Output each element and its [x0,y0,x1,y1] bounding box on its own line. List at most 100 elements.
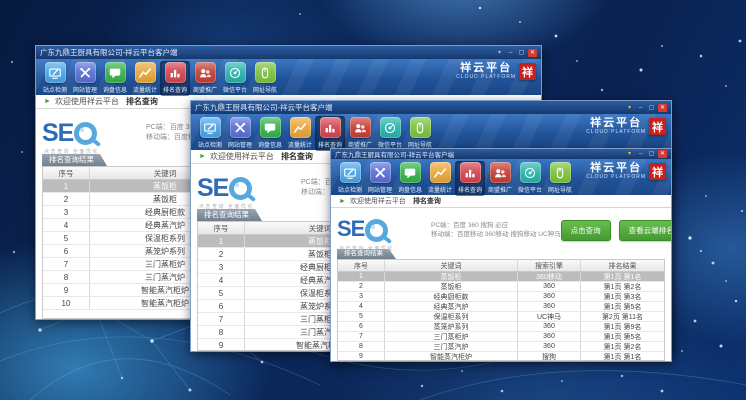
toolbar-item-site-check[interactable]: 站点检测 [40,61,70,96]
toolbar-item-alliance-promo[interactable]: 商盟推广 [345,116,375,151]
toolbar-item-wechat-platform[interactable]: 微信平台 [220,61,250,96]
titlebar[interactable]: 广东九鼎王厨具有限公司-祥云平台客户端 ▾ – ▢ ✕ [191,101,671,114]
toolbar-item-wechat-platform[interactable]: 微信平台 [515,161,545,196]
close-button[interactable]: ✕ [528,49,537,57]
table-row[interactable]: 6蒸笼炉系列360第1页 第9名 [338,322,664,332]
minimize-button[interactable]: – [636,104,645,112]
cell-no: 4 [198,274,244,286]
table-row[interactable]: 1蒸饭柜360移动第1页 第1名 [338,272,664,282]
cell-no: 7 [338,332,384,341]
toolbar-item-traffic-stats[interactable]: 流量统计 [130,61,160,96]
results-tab[interactable]: 排名查询结果 [337,249,396,259]
toolbar-item-label: 询盘信息 [258,139,282,148]
skin-button[interactable]: ▾ [495,49,504,57]
toolbar: 站点检测网站管理询盘信息流量统计排名查询商盟推广微信平台网址导航 祥云平台 CL… [191,114,671,150]
toolbar-item-site-manage[interactable]: 网站管理 [365,161,395,196]
welcome-section: 排名查询 [126,96,158,107]
seo-caption: 点击查询 全面优化 [199,203,254,210]
wechat-platform-icon [380,117,401,138]
table-body: 1蒸饭柜360移动第1页 第1名2蒸饭柜360第1页 第2名3经典厨柜款360第… [338,272,664,360]
query-button[interactable]: 点击查询 [561,220,611,241]
close-button[interactable]: ✕ [658,104,667,112]
magnifier-icon [365,219,388,242]
results-tab[interactable]: 排名查询结果 [197,209,262,221]
cell-engine: 360 [517,342,580,351]
table-row[interactable]: 5保温柜系列UC神马第2页 第11名 [338,312,664,322]
table-row[interactable]: 9智能蒸汽柜炉搜狗第1页 第1名 [338,352,664,360]
toolbar-item-label: 询盘信息 [103,84,127,93]
toolbar-item-label: 商盟推广 [488,184,512,193]
table-row[interactable]: 3经典厨柜款360第1页 第3名 [338,292,664,302]
header-cell-rank: 排名结果 [580,260,664,271]
results-tab[interactable]: 排名查询结果 [42,154,107,166]
cell-no: 1 [198,235,244,247]
toolbar-item-inquiry-info[interactable]: 询盘信息 [395,161,425,196]
toolbar-item-alliance-promo[interactable]: 商盟推广 [485,161,515,196]
cloud-rank-button[interactable]: 查看云端排名 [619,220,671,241]
toolbar-item-site-check[interactable]: 站点检测 [335,161,365,196]
maximize-button[interactable]: ▢ [517,49,526,57]
seo-logo-text: SE [197,176,228,201]
titlebar[interactable]: 广东九鼎王厨具有限公司-祥云平台客户端 ▾ – ▢ ✕ [36,46,541,59]
toolbar-item-rank-query[interactable]: 排名查询 [455,161,485,196]
maximize-button[interactable]: ▢ [647,104,656,112]
toolbar-item-traffic-stats[interactable]: 流量统计 [285,116,315,151]
skin-button[interactable]: ▾ [625,104,634,112]
toolbar-item-site-nav[interactable]: 网址导航 [250,61,280,96]
toolbar-item-site-manage[interactable]: 网站管理 [225,116,255,151]
toolbar-item-site-nav[interactable]: 网址导航 [545,161,575,196]
magnifier-icon [229,177,252,200]
minimize-button[interactable]: – [636,150,645,158]
site-nav-icon [550,162,571,183]
maximize-button[interactable]: ▢ [647,150,656,158]
window-controls: ▾ – ▢ ✕ [625,104,667,112]
toolbar-item-rank-query[interactable]: 排名查询 [160,61,190,96]
toolbar-item-alliance-promo[interactable]: 商盟推广 [190,61,220,96]
welcome-text: 欢迎使用祥云平台 [350,196,406,206]
cell-keyword: 三门蒸汽炉 [384,342,517,351]
cell-rank: 第1页 第1名 [580,272,664,281]
table-row[interactable]: 7三门蒸柜炉360第1页 第5名 [338,332,664,342]
table-row[interactable]: 4经典蒸汽炉360第1页 第5名 [338,302,664,312]
rank-query-icon [320,117,341,138]
cell-no: 2 [198,248,244,260]
cell-rank: 第1页 第3名 [580,292,664,301]
cell-no: 1 [338,272,384,281]
cell-keyword: 蒸饭柜 [384,282,517,291]
toolbar-item-inquiry-info[interactable]: 询盘信息 [255,116,285,151]
titlebar[interactable]: 广东九鼎王厨具有限公司-祥云平台客户端 ▾ – ▢ ✕ [331,149,671,159]
alliance-promo-icon [490,162,511,183]
window-title: 广东九鼎王厨具有限公司-祥云平台客户端 [335,149,625,159]
cell-no: 7 [43,258,89,270]
cell-keyword: 经典蒸汽炉 [384,302,517,311]
cell-keyword: 三门蒸柜炉 [384,332,517,341]
cell-rank: 第1页 第9名 [580,322,664,331]
site-nav-icon [255,62,276,83]
minimize-button[interactable]: – [506,49,515,57]
cell-no: 6 [198,300,244,312]
close-button[interactable]: ✕ [658,150,667,158]
cell-no: 6 [43,245,89,257]
cell-no: 4 [338,302,384,311]
toolbar-item-site-check[interactable]: 站点检测 [195,116,225,151]
skin-button[interactable]: ▾ [625,150,634,158]
toolbar-item-wechat-platform[interactable]: 微信平台 [375,116,405,151]
toolbar-item-rank-query[interactable]: 排名查询 [315,116,345,151]
table-row[interactable]: 2蒸饭柜360第1页 第2名 [338,282,664,292]
toolbar-item-site-manage[interactable]: 网站管理 [70,61,100,96]
cell-no: 5 [43,232,89,244]
wechat-platform-icon [225,62,246,83]
window-controls: ▾ – ▢ ✕ [495,49,537,57]
brand-subtitle: CLOUD PLATFORM [586,130,646,135]
table-row[interactable]: 8三门蒸汽炉360第1页 第2名 [338,342,664,352]
toolbar-item-label: 询盘信息 [398,184,422,193]
seo-logo-text: SE [42,121,73,146]
toolbar-item-site-nav[interactable]: 网址导航 [405,116,435,151]
toolbar-item-inquiry-info[interactable]: 询盘信息 [100,61,130,96]
seo-caption: 点击查询 全面优化 [44,148,99,155]
traffic-stats-icon [430,162,451,183]
cell-engine: 360 [517,292,580,301]
engine-list: PC端：百度 360 搜狗 必应 移动端：百度移动 360移动 搜狗移动 UC神… [431,221,561,239]
toolbar-item-traffic-stats[interactable]: 流量统计 [425,161,455,196]
traffic-stats-icon [290,117,311,138]
